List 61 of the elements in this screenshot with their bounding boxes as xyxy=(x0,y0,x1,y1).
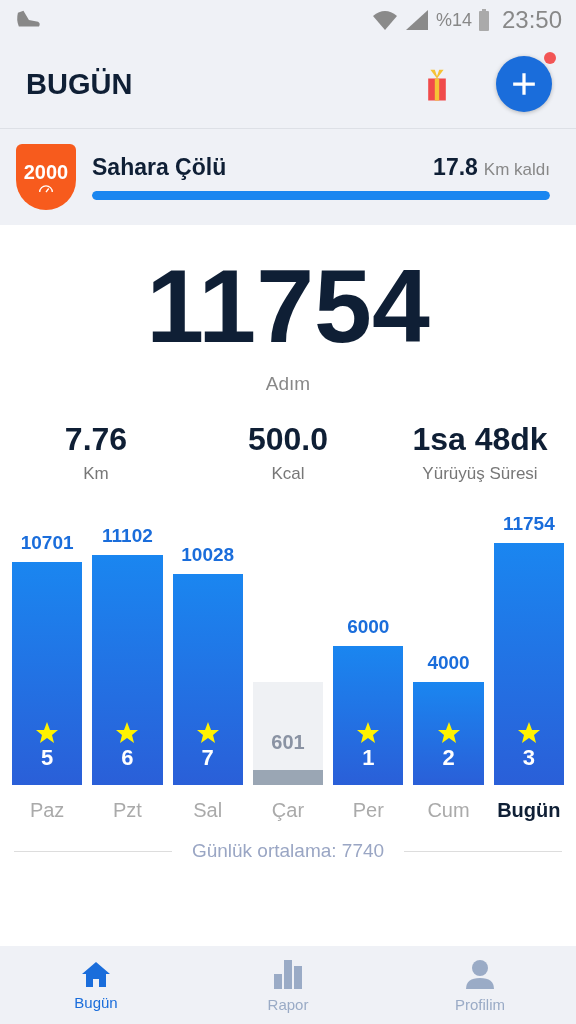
star-count: 1 xyxy=(362,745,375,772)
step-value: 601 xyxy=(271,730,305,754)
day-label[interactable]: Per xyxy=(352,799,384,823)
day-label[interactable]: Cum xyxy=(427,799,470,823)
battery-percent: %14 xyxy=(435,9,472,31)
stat-value: 1sa 48dk xyxy=(412,421,548,459)
star-icon xyxy=(516,721,541,746)
day-bar[interactable]: 5 xyxy=(12,561,83,786)
nav-tab[interactable]: Bugün xyxy=(0,946,192,1024)
step-value: 10701 xyxy=(20,531,74,554)
stat-label: Km xyxy=(83,464,109,485)
stat-value: 500.0 xyxy=(247,421,329,459)
star-count: 3 xyxy=(522,745,535,772)
daily-average: Günlük ortalama: 7740 xyxy=(191,840,385,863)
day-label[interactable]: Sal xyxy=(193,799,223,823)
star-icon xyxy=(35,721,60,746)
nav-tab[interactable]: Rapor xyxy=(192,946,384,1024)
day-bar[interactable]: 1 xyxy=(333,646,404,786)
home-icon xyxy=(80,959,112,988)
day-label[interactable]: Pzt xyxy=(112,799,142,823)
step-count: 11754 xyxy=(146,249,430,364)
nav-tab[interactable]: Profilim xyxy=(384,946,576,1024)
star-count: 2 xyxy=(442,745,455,772)
step-value: 10028 xyxy=(181,543,235,566)
day-bar[interactable]: 6 xyxy=(92,554,163,786)
star-icon xyxy=(195,721,220,746)
step-fill xyxy=(252,769,324,786)
wifi-icon xyxy=(371,8,398,32)
battery-icon xyxy=(477,8,490,32)
step-value: 4000 xyxy=(427,652,470,675)
day-label[interactable]: Paz xyxy=(29,799,65,823)
step-value: 11102 xyxy=(102,524,153,547)
step-value: 11754 xyxy=(502,512,555,535)
challenge-name: Sahara Çölü xyxy=(92,154,227,181)
day-bar[interactable]: 601 xyxy=(252,682,324,786)
star-count: 6 xyxy=(121,745,134,772)
gift-icon[interactable] xyxy=(426,67,448,101)
profile-icon xyxy=(464,957,496,990)
day-bar[interactable]: 2 xyxy=(413,682,484,786)
stat-value: 7.76 xyxy=(64,421,128,459)
step-label: Adım xyxy=(265,373,311,396)
star-icon xyxy=(115,721,140,746)
day-label[interactable]: Bugün xyxy=(497,799,561,823)
star-count: 7 xyxy=(201,745,214,772)
star-icon xyxy=(356,721,381,746)
page-title: BUGÜN xyxy=(26,67,133,101)
stat-label: Kcal xyxy=(271,464,305,485)
clock: 23:50 xyxy=(501,6,562,34)
step-value: 6000 xyxy=(347,616,390,639)
add-button[interactable] xyxy=(496,56,552,112)
remaining-distance: 17.8 xyxy=(433,154,478,181)
stat-label: Yürüyüş Süresi xyxy=(422,464,538,485)
day-label[interactable]: Çar xyxy=(271,799,305,823)
challenge-badge: 2000 xyxy=(16,144,76,210)
remaining-unit: Km kaldı xyxy=(483,160,550,180)
day-bar[interactable]: 3 xyxy=(493,542,564,786)
bar-chart-icon xyxy=(272,957,304,990)
plus-icon xyxy=(511,71,537,97)
day-bar[interactable]: 7 xyxy=(172,573,243,786)
star-icon xyxy=(436,721,461,746)
star-count: 5 xyxy=(41,745,54,772)
